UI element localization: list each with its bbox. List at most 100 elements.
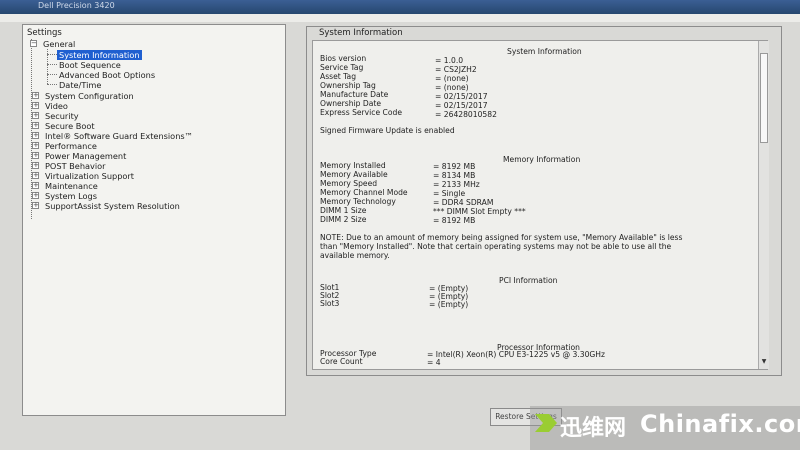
pci-info-heading: PCI Information xyxy=(499,276,558,285)
memory-label: Memory Technology xyxy=(320,197,396,206)
processor-value: = 4 xyxy=(427,358,441,367)
tree-virtualization-support[interactable]: + Virtualization Support xyxy=(32,171,134,181)
memory-label: Memory Available xyxy=(320,170,388,179)
tree-boot-sequence[interactable]: Boot Sequence xyxy=(59,60,121,70)
scroll-down-arrow-icon[interactable]: ▼ xyxy=(760,358,768,367)
collapse-icon[interactable]: − xyxy=(30,40,37,47)
pci-value: = (Empty) xyxy=(429,300,469,309)
tree-item-label: Power Management xyxy=(45,151,127,161)
expand-icon[interactable]: + xyxy=(32,202,39,209)
memory-note-line: than "Memory Installed". Note that certa… xyxy=(320,242,672,251)
tree-item-label: System Logs xyxy=(45,191,98,201)
expand-icon[interactable]: + xyxy=(32,122,39,129)
vertical-scrollbar[interactable]: ▼ xyxy=(758,41,769,369)
tree-performance[interactable]: + Performance xyxy=(32,141,97,151)
tree-item-label: Intel® Software Guard Extensions™ xyxy=(45,131,193,141)
memory-value: *** DIMM Slot Empty *** xyxy=(433,207,526,216)
info-label: Manufacture Date xyxy=(320,90,389,99)
expand-icon[interactable]: + xyxy=(32,132,39,139)
tree-system-configuration[interactable]: + System Configuration xyxy=(32,91,134,101)
tree-branch xyxy=(47,64,57,65)
memory-value: = Single xyxy=(433,189,466,198)
tree-branch xyxy=(47,84,57,85)
window-titlebar: Dell Precision 3420 xyxy=(0,0,800,14)
tree-item-label: Maintenance xyxy=(45,181,98,191)
tree-video[interactable]: + Video xyxy=(32,101,68,111)
memory-label: DIMM 1 Size xyxy=(320,206,367,215)
info-label: Express Service Code xyxy=(320,108,402,117)
info-value: = 02/15/2017 xyxy=(435,101,488,110)
tree-maintenance[interactable]: + Maintenance xyxy=(32,181,98,191)
tree-advanced-boot-options[interactable]: Advanced Boot Options xyxy=(59,70,155,80)
watermark-chinese-text: 迅维网 xyxy=(560,416,627,441)
memory-note-line: NOTE: Due to an amount of memory being a… xyxy=(320,233,683,242)
tree-intel-sgx[interactable]: + Intel® Software Guard Extensions™ xyxy=(32,131,193,141)
info-label: Bios version xyxy=(320,54,367,63)
tree-item-label: Security xyxy=(45,111,79,121)
top-strip xyxy=(0,14,800,22)
expand-icon[interactable]: + xyxy=(32,192,39,199)
tree-date-time[interactable]: Date/Time xyxy=(59,80,101,90)
settings-tree-panel: Settings − General System Information Bo… xyxy=(22,24,286,416)
system-info-heading: System Information xyxy=(507,47,582,56)
tree-item-label: System Configuration xyxy=(45,91,134,101)
tree-branch xyxy=(47,54,57,55)
scrollbar-thumb[interactable] xyxy=(760,53,768,143)
memory-value: = 8134 MB xyxy=(433,171,476,180)
tree-secure-boot[interactable]: + Secure Boot xyxy=(32,121,95,131)
signed-firmware-status: Signed Firmware Update is enabled xyxy=(320,126,455,135)
information-content: System Information Bios version = 1.0.0 … xyxy=(312,40,768,370)
info-value: = (none) xyxy=(435,74,469,83)
expand-icon[interactable]: + xyxy=(32,142,39,149)
info-value: = 26428010582 xyxy=(435,110,497,119)
tree-general-label: General xyxy=(43,39,76,49)
tree-system-information[interactable]: System Information xyxy=(57,50,142,60)
memory-label: Memory Installed xyxy=(320,161,386,170)
info-label: Service Tag xyxy=(320,63,364,72)
info-label: Asset Tag xyxy=(320,72,357,81)
processor-label: Core Count xyxy=(320,357,363,366)
tree-item-label: Video xyxy=(45,101,68,111)
expand-icon[interactable]: + xyxy=(32,112,39,119)
info-value: = 02/15/2017 xyxy=(435,92,488,101)
expand-icon[interactable]: + xyxy=(32,102,39,109)
tree-item-label: Secure Boot xyxy=(45,121,95,131)
expand-icon[interactable]: + xyxy=(32,172,39,179)
memory-label: Memory Speed xyxy=(320,179,378,188)
expand-icon[interactable]: + xyxy=(32,92,39,99)
memory-info-heading: Memory Information xyxy=(503,155,581,164)
tree-post-behavior[interactable]: + POST Behavior xyxy=(32,161,106,171)
memory-value: = 2133 MHz xyxy=(433,180,480,189)
tree-item-label: POST Behavior xyxy=(45,161,106,171)
memory-value: = 8192 MB xyxy=(433,162,476,171)
tree-item-label: Virtualization Support xyxy=(45,171,134,181)
window-title: Dell Precision 3420 xyxy=(38,1,115,10)
tree-item-label: SupportAssist System Resolution xyxy=(45,201,180,211)
expand-icon[interactable]: + xyxy=(32,152,39,159)
info-value: = CS2JZH2 xyxy=(435,65,477,74)
expand-icon[interactable]: + xyxy=(32,162,39,169)
pci-label: Slot3 xyxy=(320,299,340,308)
info-value: = (none) xyxy=(435,83,469,92)
info-label: Ownership Tag xyxy=(320,81,376,90)
watermark-site-text: Chinafix.com xyxy=(640,410,800,438)
expand-icon[interactable]: + xyxy=(32,182,39,189)
info-label: Ownership Date xyxy=(320,99,382,108)
info-value: = 1.0.0 xyxy=(435,56,464,65)
memory-note-line: available memory. xyxy=(320,251,390,260)
settings-header: Settings xyxy=(27,28,62,38)
tree-security[interactable]: + Security xyxy=(32,111,79,121)
tree-power-management[interactable]: + Power Management xyxy=(32,151,127,161)
tree-branch xyxy=(47,74,57,75)
watermark-logo-icon xyxy=(535,414,557,432)
memory-value: = 8192 MB xyxy=(433,216,476,225)
tree-general[interactable]: − General xyxy=(30,39,76,49)
tree-item-label: Performance xyxy=(45,141,97,151)
memory-label: DIMM 2 Size xyxy=(320,215,367,224)
memory-value: = DDR4 SDRAM xyxy=(433,198,494,207)
group-title: System Information xyxy=(316,28,406,38)
tree-supportassist[interactable]: + SupportAssist System Resolution xyxy=(32,201,180,211)
processor-value: = Intel(R) Xeon(R) CPU E3-1225 v5 @ 3.30… xyxy=(427,350,606,359)
tree-system-logs[interactable]: + System Logs xyxy=(32,191,98,201)
memory-label: Memory Channel Mode xyxy=(320,188,408,197)
